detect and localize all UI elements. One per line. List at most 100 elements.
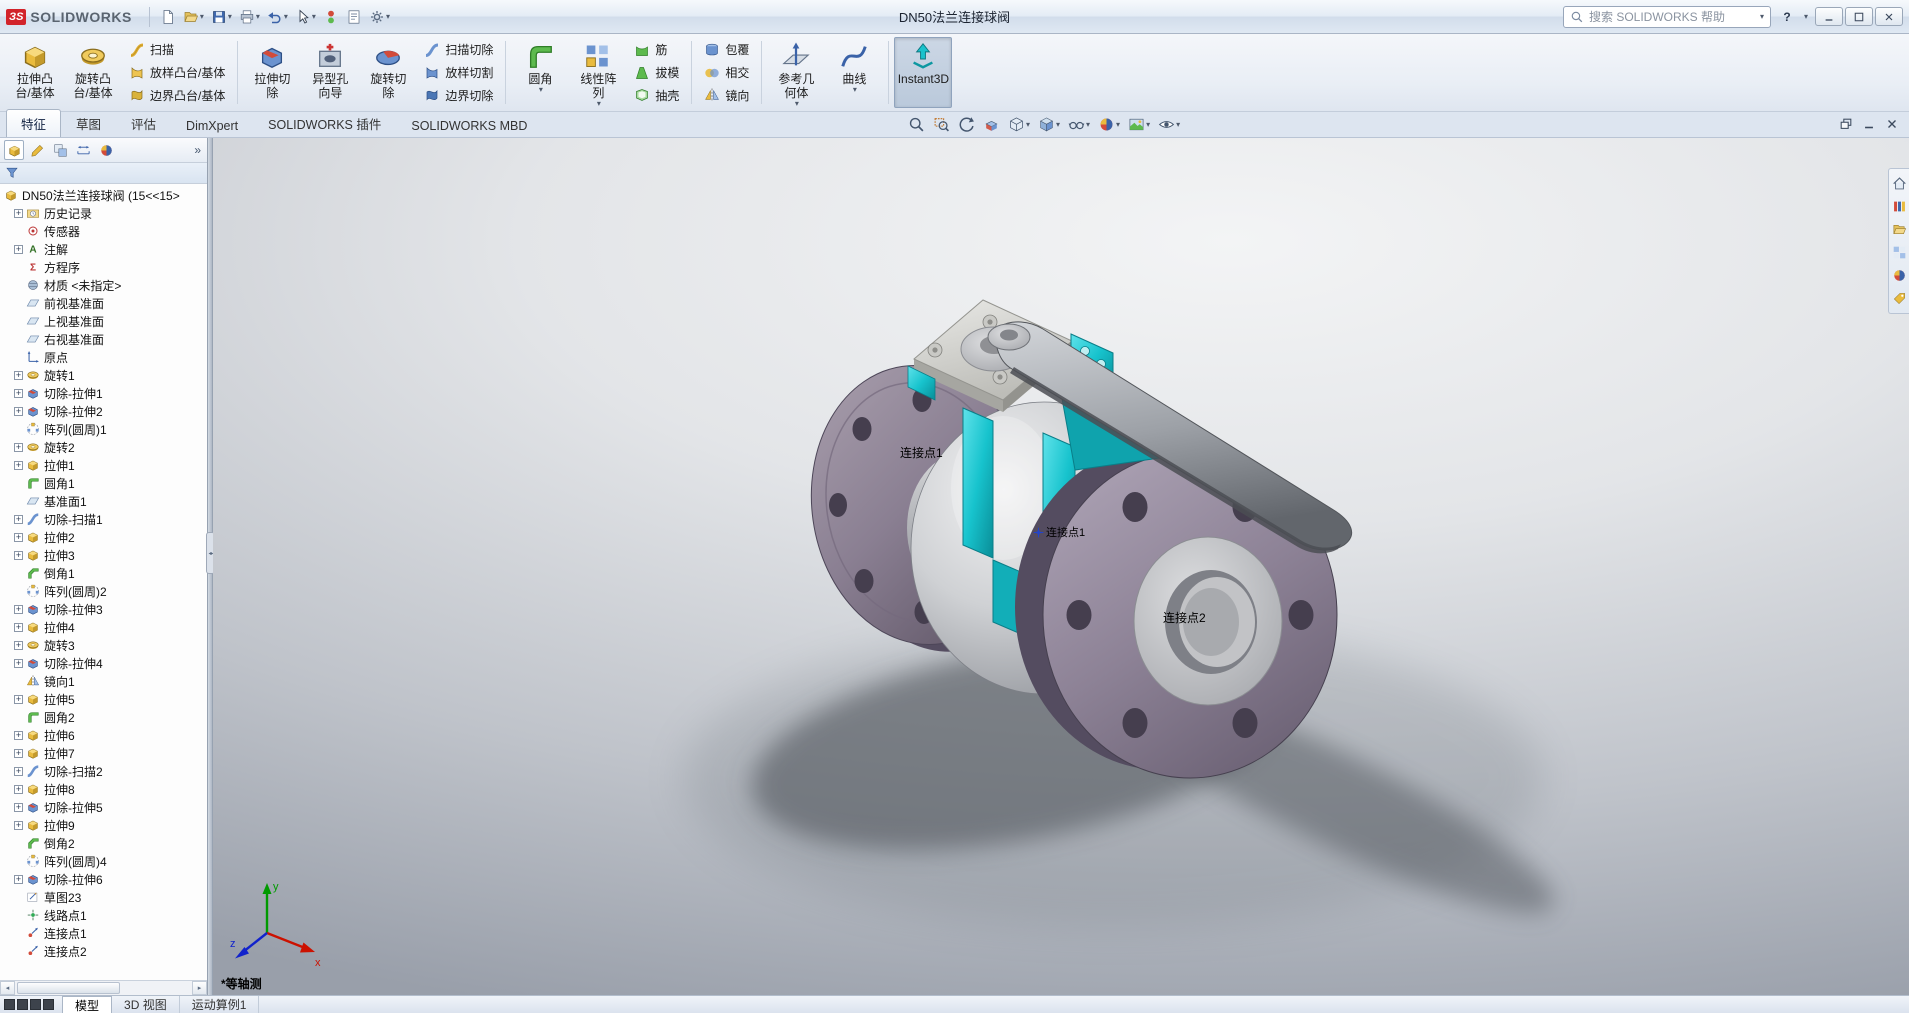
hide-show-items-button[interactable]: ▾ xyxy=(1065,114,1093,135)
expand-icon[interactable]: + xyxy=(14,245,23,254)
apply-scene-button[interactable]: ▾ xyxy=(1125,114,1153,135)
tree-item[interactable]: +切除-扫描1 xyxy=(0,510,207,528)
tree-item[interactable]: 倒角1 xyxy=(0,564,207,582)
section-view-button[interactable] xyxy=(980,114,1003,135)
zoom-to-fit-button[interactable] xyxy=(905,114,928,135)
expand-icon[interactable]: + xyxy=(14,749,23,758)
tree-item[interactable]: 传感器 xyxy=(0,222,207,240)
tree-item[interactable]: +历史记录 xyxy=(0,204,207,222)
intersect-button[interactable]: 相交 xyxy=(699,62,754,84)
command-tab-1[interactable]: 草图 xyxy=(61,109,116,137)
expand-icon[interactable]: + xyxy=(14,605,23,614)
expand-icon[interactable]: + xyxy=(14,515,23,524)
solidworks-resources-tab[interactable] xyxy=(1892,176,1907,191)
dimxpertmanager-tab[interactable] xyxy=(73,140,93,160)
tree-item[interactable]: +切除-扫描2 xyxy=(0,762,207,780)
valve-3d-model[interactable] xyxy=(213,138,1909,995)
search-dropdown-icon[interactable]: ▾ xyxy=(1760,13,1764,21)
tree-item[interactable]: 阵列(圆周)1 xyxy=(0,420,207,438)
view-palette-tab[interactable] xyxy=(1892,245,1907,260)
help-dropdown-icon[interactable]: ▾ xyxy=(1804,13,1808,21)
scrollbar-track[interactable] xyxy=(15,981,192,995)
expand-icon[interactable]: + xyxy=(14,371,23,380)
edit-appearance-button[interactable]: ▾ xyxy=(1095,114,1123,135)
tree-item[interactable]: 草图23 xyxy=(0,888,207,906)
extruded-boss-base-button[interactable]: 拉伸凸台/基体 xyxy=(6,37,64,108)
mirror-button[interactable]: 镜向 xyxy=(699,84,754,106)
expand-icon[interactable]: + xyxy=(14,389,23,398)
tree-item[interactable]: 阵列(圆周)4 xyxy=(0,852,207,870)
revolved-cut-button[interactable]: 旋转切除 xyxy=(359,37,417,108)
tree-item[interactable]: +切除-拉伸1 xyxy=(0,384,207,402)
tree-item[interactable]: +旋转3 xyxy=(0,636,207,654)
help-button[interactable]: ? xyxy=(1776,10,1798,24)
new-document-button[interactable] xyxy=(157,7,179,27)
search-box[interactable]: 搜索 SOLIDWORKS 帮助 ▾ xyxy=(1563,6,1771,28)
extruded-cut-button[interactable]: 拉伸切除 xyxy=(243,37,301,108)
tree-item[interactable]: 圆角1 xyxy=(0,474,207,492)
revolved-boss-base-button[interactable]: 旋转凸台/基体 xyxy=(64,37,122,108)
command-tab-5[interactable]: SOLIDWORKS MBD xyxy=(396,114,542,137)
pane-button[interactable] xyxy=(4,999,15,1010)
tree-item[interactable]: +拉伸3 xyxy=(0,546,207,564)
bottom-tab-0[interactable]: 模型 xyxy=(62,996,112,1013)
tree-item[interactable]: 材质 <未指定> xyxy=(0,276,207,294)
displaymanager-tab[interactable] xyxy=(96,140,116,160)
file-properties-button[interactable] xyxy=(343,7,365,27)
expand-icon[interactable]: + xyxy=(14,443,23,452)
linear-pattern-button[interactable]: 线性阵列▾ xyxy=(569,37,627,108)
fillet-button[interactable]: 圆角▾ xyxy=(511,37,569,108)
tree-item[interactable]: +A注解 xyxy=(0,240,207,258)
command-tab-3[interactable]: DimXpert xyxy=(171,114,253,137)
tree-item[interactable]: +拉伸2 xyxy=(0,528,207,546)
window-minimize-button[interactable] xyxy=(1815,7,1843,26)
swept-boss-base-button[interactable]: 扫描 xyxy=(124,39,230,61)
pane-button[interactable] xyxy=(43,999,54,1010)
expand-icon[interactable]: + xyxy=(14,731,23,740)
tree-item[interactable]: 前视基准面 xyxy=(0,294,207,312)
tree-item[interactable]: Σ方程序 xyxy=(0,258,207,276)
tree-item[interactable]: +切除-拉伸3 xyxy=(0,600,207,618)
options-button[interactable]: ▾ xyxy=(366,7,393,27)
tree-item[interactable]: +拉伸1 xyxy=(0,456,207,474)
pane-button[interactable] xyxy=(17,999,28,1010)
tree-item[interactable]: +拉伸6 xyxy=(0,726,207,744)
expand-icon[interactable]: + xyxy=(14,659,23,668)
tree-item[interactable]: 连接点1 xyxy=(0,924,207,942)
command-tab-4[interactable]: SOLIDWORKS 插件 xyxy=(253,109,396,137)
featuremanager-tab[interactable] xyxy=(4,140,24,160)
reference-geometry-button[interactable]: 参考几何体▾ xyxy=(767,37,825,108)
expand-icon[interactable]: + xyxy=(14,695,23,704)
file-explorer-tab[interactable] xyxy=(1892,222,1907,237)
expand-icon[interactable]: + xyxy=(14,641,23,650)
bottom-tab-2[interactable]: 运动算例1 xyxy=(180,996,260,1013)
graphics-area[interactable]: 连接点1 连接点1 连接点2 y x z xyxy=(213,138,1909,995)
rebuild-button[interactable] xyxy=(320,7,342,27)
tree-item[interactable]: +旋转2 xyxy=(0,438,207,456)
expand-icon[interactable]: + xyxy=(14,785,23,794)
tree-item[interactable]: +切除-拉伸4 xyxy=(0,654,207,672)
pane-button[interactable] xyxy=(30,999,41,1010)
tree-root-item[interactable]: DN50法兰连接球阀 (15<<15> xyxy=(0,186,207,204)
tree-item[interactable]: 基准面1 xyxy=(0,492,207,510)
window-close-button[interactable] xyxy=(1875,7,1903,26)
shell-button[interactable]: 抽壳 xyxy=(629,84,684,106)
scroll-right-button[interactable] xyxy=(192,981,207,995)
tree-item[interactable]: +拉伸7 xyxy=(0,744,207,762)
bottom-tab-1[interactable]: 3D 视图 xyxy=(112,996,180,1013)
undo-button[interactable]: ▾ xyxy=(264,7,291,27)
wrap-button[interactable]: 包覆 xyxy=(699,39,754,61)
tree-item[interactable]: +拉伸4 xyxy=(0,618,207,636)
lofted-cut-button[interactable]: 放样切割 xyxy=(419,62,498,84)
tree-item[interactable]: 线路点1 xyxy=(0,906,207,924)
previous-view-button[interactable] xyxy=(955,114,978,135)
tree-item[interactable]: +切除-拉伸6 xyxy=(0,870,207,888)
zoom-to-area-button[interactable] xyxy=(930,114,953,135)
expand-icon[interactable]: + xyxy=(14,767,23,776)
tree-item[interactable]: 上视基准面 xyxy=(0,312,207,330)
tree-item[interactable]: +切除-拉伸5 xyxy=(0,798,207,816)
panel-horizontal-scrollbar[interactable] xyxy=(0,980,207,995)
expand-icon[interactable]: + xyxy=(14,623,23,632)
document-minimize-button[interactable] xyxy=(1862,117,1876,131)
boundary-cut-button[interactable]: 边界切除 xyxy=(419,84,498,106)
